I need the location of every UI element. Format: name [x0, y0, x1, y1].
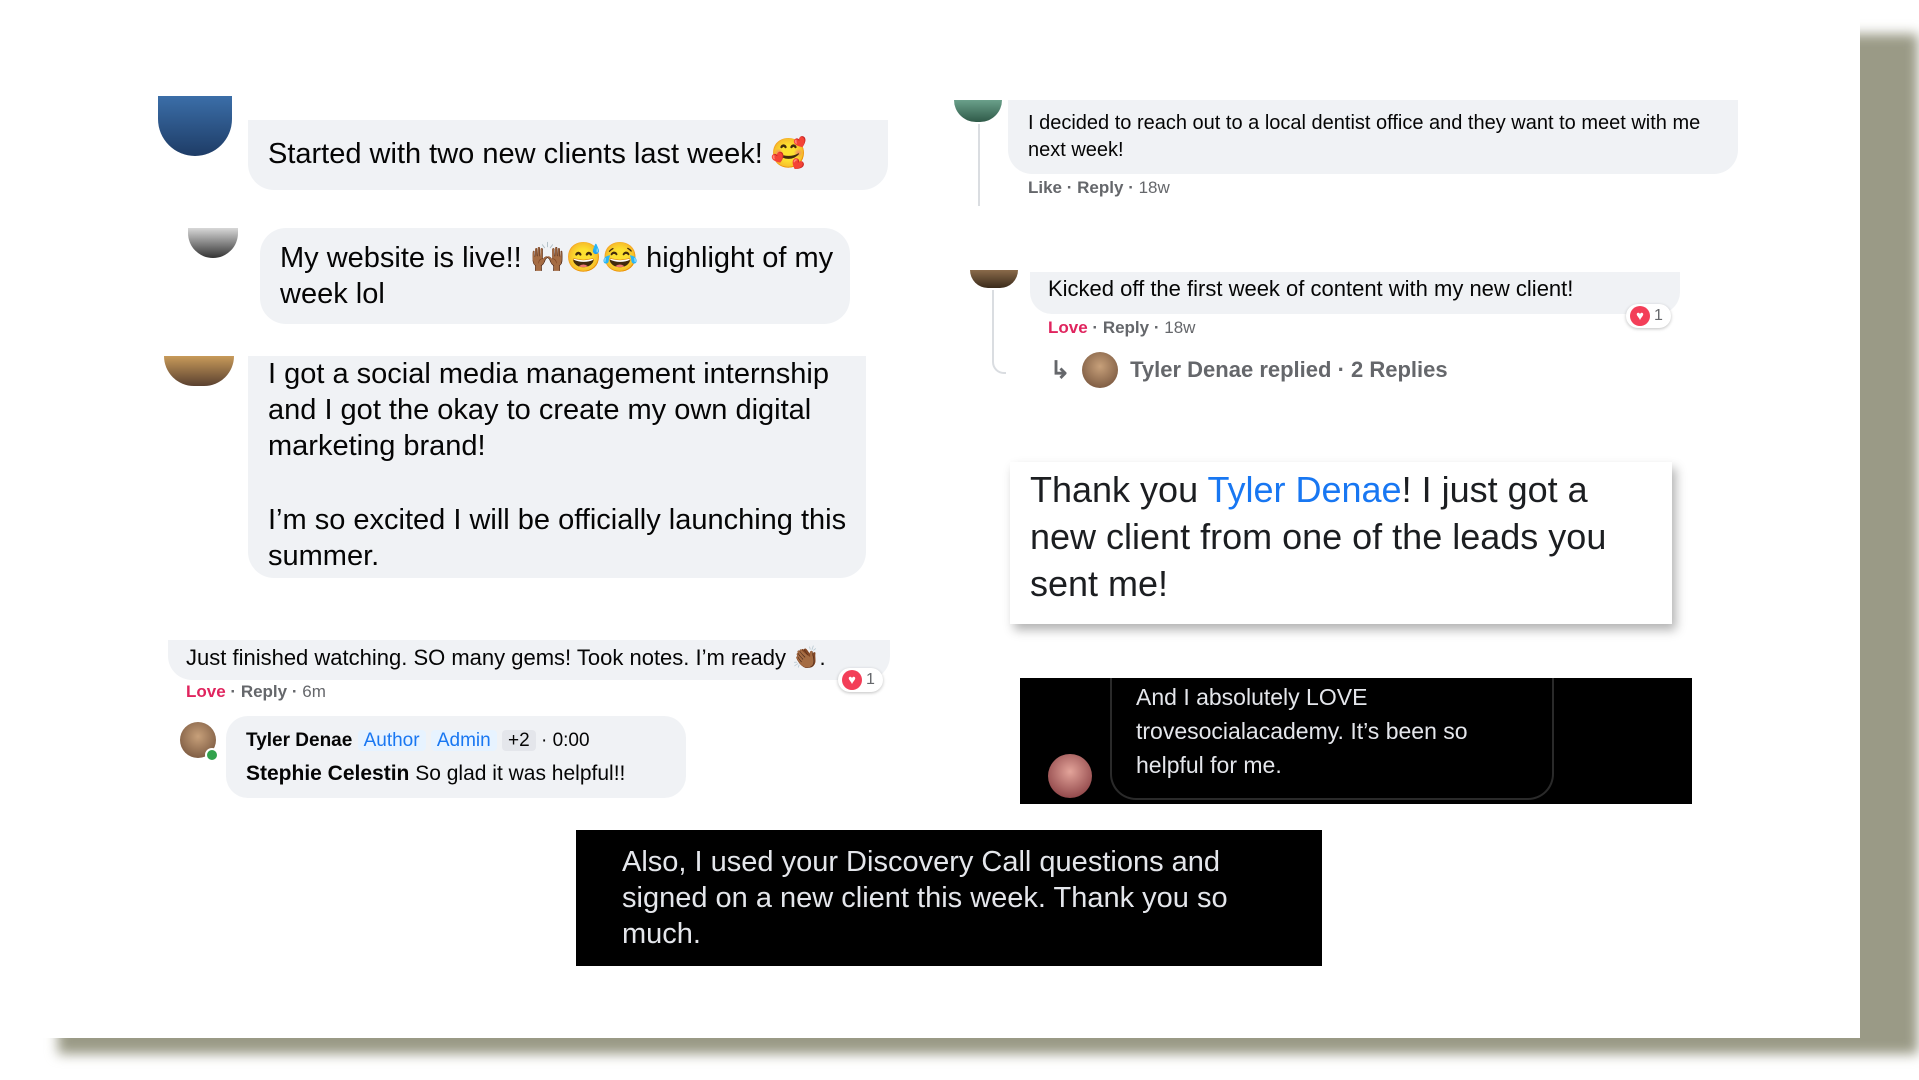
- commenter-avatar: [1048, 754, 1092, 798]
- reply-link[interactable]: Reply: [241, 682, 287, 701]
- heart-icon: ♥: [1630, 306, 1650, 326]
- thread-line: [992, 290, 1006, 374]
- reaction-count-value: 1: [1654, 307, 1663, 324]
- highlight-comment-card: Thank you Tyler Denae! I just got a new …: [1010, 462, 1672, 624]
- reply-body: So glad it was helpful!!: [415, 762, 626, 785]
- comment-text: Thank you Tyler Denae! I just got a new …: [1030, 469, 1607, 604]
- like-link[interactable]: Like: [1028, 178, 1062, 197]
- audio-duration: 0:00: [552, 730, 590, 751]
- love-link[interactable]: Love: [186, 682, 226, 701]
- author-badge: Author: [357, 730, 426, 751]
- commenter-avatar: [188, 228, 238, 258]
- comment-bubble: I got a social media management internsh…: [248, 356, 866, 578]
- comment-text: Started with two new clients last week! …: [268, 138, 807, 170]
- reaction-count[interactable]: ♥ 1: [838, 668, 883, 692]
- mention-link[interactable]: Tyler Denae: [1207, 469, 1401, 510]
- timestamp: 6m: [302, 682, 326, 701]
- reaction-count-value: 1: [866, 671, 875, 688]
- online-status-icon: [205, 748, 219, 762]
- reply-mention[interactable]: Stephie Celestin: [246, 762, 409, 785]
- timestamp: 18w: [1138, 178, 1170, 197]
- comment-text: I’m so excited I will be officially laun…: [268, 504, 847, 572]
- reaction-count[interactable]: ♥ 1: [1626, 304, 1671, 328]
- dark-comment-panel: And I absolutely LOVE trovesocialacademy…: [1020, 678, 1692, 804]
- comment-bubble: And I absolutely LOVE trovesocialacademy…: [1110, 678, 1554, 800]
- reply-header: Tyler Denae Author Admin +2 · 0:00: [246, 730, 590, 751]
- thread-line: [978, 124, 980, 206]
- reply-author[interactable]: Tyler Denae: [246, 730, 352, 751]
- comment-bubble: Just finished watching. SO many gems! To…: [168, 640, 890, 680]
- comment-text: I got a social media management internsh…: [268, 358, 829, 462]
- heart-icon: ♥: [842, 670, 862, 690]
- comment-actions: Like · Reply · 18w: [1028, 178, 1170, 197]
- admin-badge: Admin: [430, 730, 497, 751]
- reply-arrow-icon: ↳: [1050, 356, 1071, 384]
- dark-comment-panel: Also, I used your Discovery Call questio…: [576, 830, 1322, 966]
- replied-summary: Tyler Denae replied · 2 Replies: [1130, 357, 1448, 382]
- comment-bubble: My website is live!! 🙌🏾😅😂 highlight of m…: [260, 228, 850, 324]
- comment-text: And I absolutely LOVE trovesocialacademy…: [1136, 684, 1468, 778]
- comment-text: My website is live!! 🙌🏾😅😂 highlight of m…: [280, 242, 834, 310]
- comment-text: Just finished watching. SO many gems! To…: [186, 645, 826, 670]
- comment-actions: Love · Reply · 18w: [1048, 318, 1196, 337]
- comment-bubble: Kicked off the first week of content wit…: [1030, 272, 1680, 314]
- comment-text: I decided to reach out to a local dentis…: [1028, 112, 1701, 161]
- commenter-avatar: [970, 270, 1018, 288]
- comment-text: Also, I used your Discovery Call questio…: [622, 846, 1228, 950]
- comment-actions: Love · Reply · 6m: [186, 682, 326, 701]
- reply-text: Stephie Celestin So glad it was helpful!…: [246, 760, 625, 788]
- love-link[interactable]: Love: [1048, 318, 1088, 337]
- commenter-avatar: [164, 356, 234, 386]
- comment-text: Kicked off the first week of content wit…: [1048, 276, 1574, 301]
- commenter-avatar: [954, 100, 1002, 122]
- reply-link[interactable]: Reply: [1077, 178, 1123, 197]
- commenter-avatar: [158, 96, 232, 156]
- replier-avatar: [1082, 352, 1119, 388]
- comment-bubble: I decided to reach out to a local dentis…: [1008, 100, 1738, 174]
- more-badges[interactable]: +2: [502, 730, 536, 751]
- comment-bubble: Started with two new clients last week! …: [248, 120, 888, 190]
- timestamp: 18w: [1164, 318, 1196, 337]
- reply-link[interactable]: Reply: [1103, 318, 1149, 337]
- view-replies-link[interactable]: ↳ Tyler Denae replied · 2 Replies: [1050, 352, 1448, 388]
- reply-bubble: Tyler Denae Author Admin +2 · 0:00 Steph…: [226, 716, 686, 798]
- testimonial-collage: Started with two new clients last week! …: [0, 0, 1860, 1038]
